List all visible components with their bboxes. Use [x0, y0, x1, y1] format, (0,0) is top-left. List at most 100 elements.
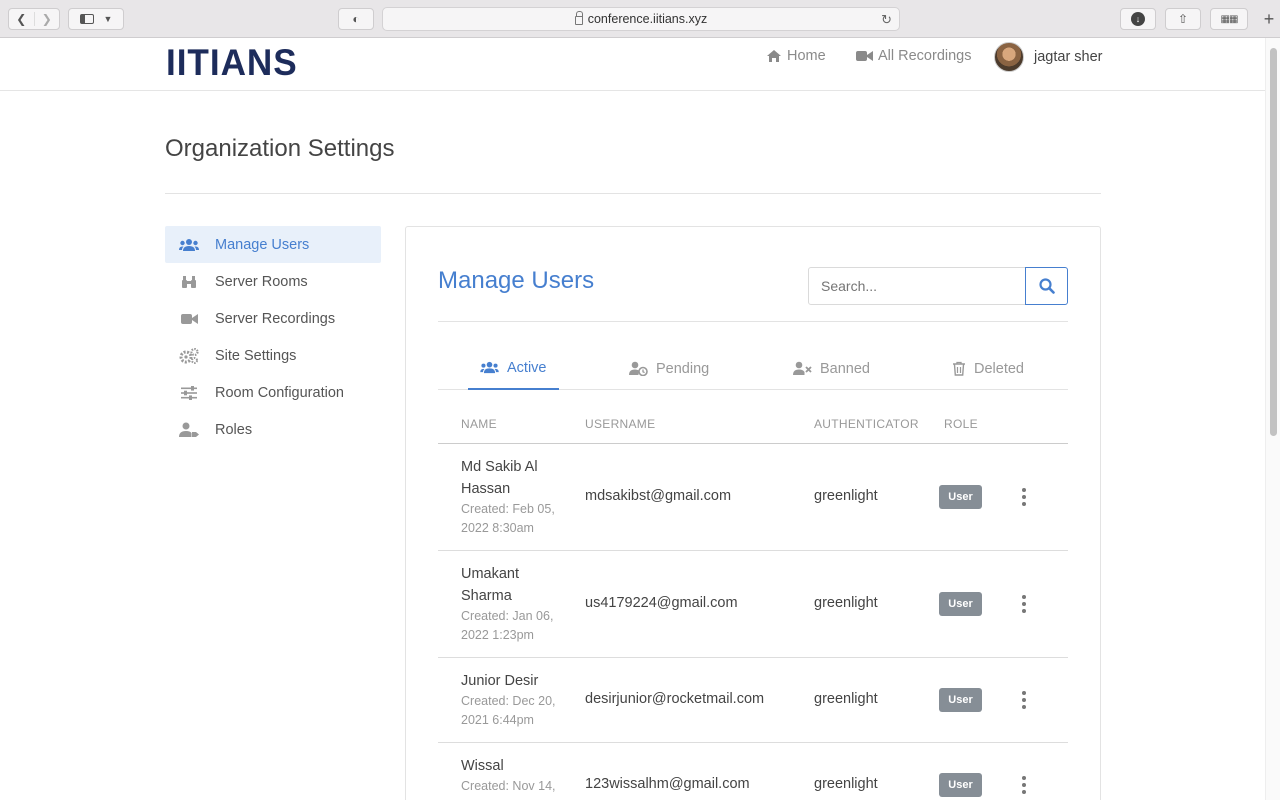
table-row: Wissal Created: Nov 14, 123wissalhm@gmai… [438, 743, 1068, 800]
sidebar-item-label: Server Rooms [215, 273, 308, 290]
share-icon: ⇧ [1177, 12, 1189, 26]
nav-recordings-link[interactable]: All Recordings [856, 48, 972, 64]
user-username: 123wissalhm@gmail.com [585, 776, 750, 792]
user-username: mdsakibst@gmail.com [585, 488, 732, 504]
user-username: desirjunior@rocketmail.com [585, 691, 765, 707]
users-icon [480, 361, 499, 374]
sidebar-item-room-configuration[interactable]: Room Configuration [165, 374, 381, 411]
lock-icon [574, 10, 583, 25]
avatar[interactable] [994, 42, 1024, 72]
role-badge: User [939, 773, 982, 797]
user-menu-name[interactable]: jagtar sher [1034, 49, 1103, 65]
search-input[interactable] [808, 267, 1026, 305]
divider [165, 193, 1101, 194]
nav-home-label: Home [787, 48, 826, 64]
tab-label: Active [507, 359, 547, 376]
table-row: Md Sakib Al Hassan Created: Feb 05, 2022… [438, 444, 1068, 551]
new-tab-button[interactable]: + [1258, 8, 1280, 30]
trash-icon [953, 361, 965, 376]
tab-label: Deleted [974, 360, 1024, 377]
card-title: Manage Users [438, 267, 595, 294]
sidebar-item-server-recordings[interactable]: Server Recordings [165, 300, 381, 337]
privacy-shield-button[interactable]: ◐ [338, 8, 374, 30]
more-options-icon[interactable] [1020, 776, 1028, 794]
sidebar-item-label: Server Recordings [215, 310, 336, 327]
user-authenticator: greenlight [814, 488, 878, 504]
user-name: Wissal [461, 758, 504, 774]
sidebar-item-label: Manage Users [215, 236, 310, 253]
tab-overview-button[interactable]: ▦▦ [1210, 8, 1248, 30]
user-username: us4179224@gmail.com [585, 595, 738, 611]
reload-icon[interactable]: ↻ [881, 12, 892, 28]
browser-toolbar: ❮ ❯ ▼ ◐ conference.iitians.xyz ↻ ↓ ⇧ ▦▦ … [0, 0, 1280, 38]
video-icon [179, 311, 199, 327]
column-header-role[interactable]: ROLE [944, 417, 978, 431]
role-badge: User [939, 485, 982, 509]
more-options-icon[interactable] [1020, 488, 1028, 506]
user-authenticator: greenlight [814, 691, 878, 707]
downloads-button[interactable]: ↓ [1120, 8, 1156, 30]
scrollbar-thumb[interactable] [1270, 48, 1277, 436]
sidebar-item-label: Roles [215, 421, 253, 438]
forward-arrow-icon[interactable]: ❯ [33, 12, 60, 26]
user-name: Junior Desir [461, 673, 539, 689]
more-options-icon[interactable] [1020, 691, 1028, 709]
nav-home-link[interactable]: Home [766, 48, 826, 64]
user-clock-icon [629, 361, 648, 376]
sidebar-item-label: Room Configuration [215, 384, 344, 401]
sidebar-item-server-rooms[interactable]: Server Rooms [165, 263, 381, 300]
user-authenticator: greenlight [814, 595, 878, 611]
sidebar-icon [79, 14, 94, 24]
back-arrow-icon[interactable]: ❮ [9, 12, 34, 26]
site-logo[interactable]: IITIANS [166, 42, 298, 84]
tab-banned[interactable]: Banned [793, 347, 870, 390]
user-times-icon [793, 361, 812, 375]
search-button[interactable] [1025, 267, 1068, 305]
user-status-tabs: Active Pending Banned Deleted [438, 347, 1068, 390]
tab-label: Banned [820, 360, 870, 377]
user-name-cell: Md Sakib Al Hassan Created: Feb 05, 2022… [461, 456, 571, 538]
user-name-cell: Umakant Sharma Created: Jan 06, 2022 1:2… [461, 563, 571, 645]
site-header: IITIANS Home All Recordings jagtar sher [0, 38, 1265, 91]
table-row: Umakant Sharma Created: Jan 06, 2022 1:2… [438, 551, 1068, 658]
column-header-username[interactable]: USERNAME [585, 417, 655, 431]
share-button[interactable]: ⇧ [1165, 8, 1201, 30]
shield-icon: ◐ [352, 12, 360, 26]
role-badge: User [939, 592, 982, 616]
settings-sidebar: Manage Users Server Rooms Server Recordi… [165, 226, 381, 448]
sidebar-toggle-button[interactable]: ▼ [68, 8, 124, 30]
sliders-icon [179, 385, 199, 401]
grid-icon: ▦▦ [1220, 13, 1239, 25]
sidebar-item-site-settings[interactable]: Site Settings [165, 337, 381, 374]
url-text: conference.iitians.xyz [587, 12, 708, 26]
tab-active[interactable]: Active [468, 347, 559, 390]
table-row: Junior Desir Created: Dec 20, 2021 6:44p… [438, 658, 1068, 743]
page-scrollbar[interactable] [1265, 38, 1280, 800]
user-name: Md Sakib Al Hassan [461, 459, 538, 497]
user-tag-icon [179, 422, 199, 438]
video-icon [856, 51, 873, 61]
back-forward-buttons[interactable]: ❮ ❯ [8, 8, 60, 30]
more-options-icon[interactable] [1020, 595, 1028, 613]
address-bar[interactable]: conference.iitians.xyz ↻ [382, 7, 900, 31]
role-badge: User [939, 688, 982, 712]
users-table-header: NAME USERNAME AUTHENTICATOR ROLE [438, 405, 1068, 444]
user-authenticator: greenlight [814, 776, 878, 792]
search-icon [1038, 278, 1055, 294]
user-created-date: Created: Jan 06, 2022 1:23pm [461, 609, 554, 642]
tab-deleted[interactable]: Deleted [952, 347, 1024, 390]
column-header-name[interactable]: NAME [461, 417, 497, 431]
column-header-authenticator[interactable]: AUTHENTICATOR [814, 417, 919, 431]
plus-icon: + [1263, 8, 1275, 29]
home-icon [767, 50, 781, 62]
page-title: Organization Settings [165, 135, 395, 162]
user-name-cell: Junior Desir Created: Dec 20, 2021 6:44p… [461, 670, 571, 730]
sidebar-item-manage-users[interactable]: Manage Users [165, 226, 381, 263]
user-name: Umakant Sharma [461, 566, 520, 604]
download-icon: ↓ [1131, 12, 1145, 26]
user-created-date: Created: Nov 14, [461, 779, 556, 793]
sidebar-item-roles[interactable]: Roles [165, 411, 381, 448]
tab-pending[interactable]: Pending [629, 347, 709, 390]
tab-label: Pending [656, 360, 710, 377]
user-created-date: Created: Feb 05, 2022 8:30am [461, 502, 555, 535]
